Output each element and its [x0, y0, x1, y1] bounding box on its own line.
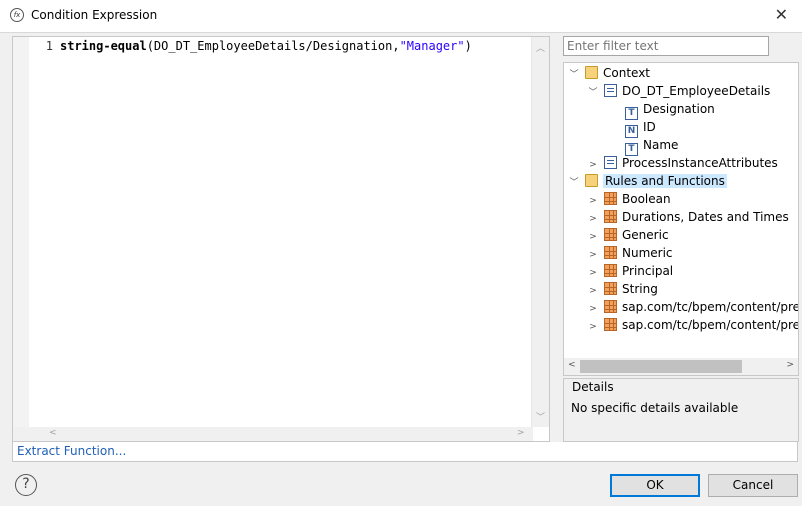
scroll-down-icon[interactable]: ﹀: [536, 410, 545, 423]
tree-node-label: ID: [643, 120, 656, 134]
tree-node-label: Boolean: [622, 192, 671, 206]
tree-node-function-group[interactable]: > Numeric: [587, 244, 673, 262]
tree-node-id[interactable]: N ID: [625, 118, 656, 138]
function-group-icon: [604, 264, 617, 277]
details-title: Details: [572, 380, 614, 394]
tree-node-label: Durations, Dates and Times: [622, 210, 789, 224]
tree-node-function-group[interactable]: > sap.com/tc/bpem/content/prede: [587, 316, 799, 336]
tree-node-designation[interactable]: T Designation: [625, 100, 715, 120]
function-group-icon: [604, 300, 617, 313]
help-button[interactable]: ?: [15, 474, 37, 496]
tree-node-function-group[interactable]: > sap.com/tc/bpem/content/prede: [587, 298, 799, 316]
expanded-chevron-icon[interactable]: ﹀: [587, 84, 599, 102]
scroll-up-icon[interactable]: ︿: [536, 41, 545, 54]
tree-node-process-instance[interactable]: > ProcessInstanceAttributes: [587, 154, 778, 172]
open-folder-icon: [585, 66, 598, 79]
extract-bar: Extract Function...: [12, 442, 798, 462]
filter-input[interactable]: [563, 36, 769, 56]
code-string: "Manager": [399, 39, 465, 53]
extract-function-link[interactable]: Extract Function...: [17, 444, 126, 458]
editor-vertical-scrollbar[interactable]: ︿ ﹀: [531, 37, 549, 427]
tree-node-function-group[interactable]: > String: [587, 280, 658, 298]
tree-horizontal-scrollbar[interactable]: < >: [564, 358, 798, 375]
window-title: Condition Expression: [31, 8, 158, 22]
structure-icon: [604, 156, 617, 169]
functions-tree: ﹀ Context ﹀ DO_DT_EmployeeDetails T Designa…: [563, 62, 799, 376]
expanded-chevron-icon[interactable]: ﹀: [568, 174, 580, 192]
code-close: ): [464, 39, 472, 53]
code-args: (DO_DT_EmployeeDetails/Designation,: [146, 39, 400, 53]
tree-node-name[interactable]: T Name: [625, 136, 679, 156]
scroll-left-icon[interactable]: <: [568, 360, 576, 370]
details-panel: Details No specific details available: [563, 378, 799, 442]
open-folder-icon: [585, 174, 598, 187]
scroll-right-icon[interactable]: >: [786, 360, 794, 370]
tree-node-label: String: [622, 282, 658, 296]
editor-horizontal-scrollbar[interactable]: < >: [13, 427, 533, 441]
expanded-chevron-icon[interactable]: ﹀: [568, 66, 580, 84]
tree-node-function-group[interactable]: > Boolean: [587, 190, 671, 208]
code-function: string-equal: [60, 39, 147, 53]
tree-node-label: Principal: [622, 264, 674, 278]
details-text: No specific details available: [571, 401, 739, 415]
function-app-icon: fx: [10, 8, 24, 22]
collapsed-chevron-icon[interactable]: >: [587, 318, 599, 336]
editor-ruler: [13, 37, 29, 427]
scrollbar-thumb[interactable]: [580, 360, 742, 373]
tree-node-employee-details[interactable]: ﹀ DO_DT_EmployeeDetails: [587, 82, 770, 100]
ok-button[interactable]: OK: [610, 474, 700, 497]
functions-pane: ﹀ Context ﹀ DO_DT_EmployeeDetails TDesigna…: [563, 36, 799, 442]
tree-node-rules-and-functions[interactable]: ﹀ Rules and Functions: [568, 172, 727, 190]
tree-node-label: sap.com/tc/bpem/content/prede: [622, 318, 799, 332]
tree-node-label: Rules and Functions: [603, 174, 727, 188]
function-group-icon: [604, 246, 617, 259]
tree-node-label: Designation: [643, 102, 715, 116]
line-number: 1: [45, 39, 53, 53]
tree-node-label: Numeric: [622, 246, 673, 260]
tree-node-function-group[interactable]: > Principal: [587, 262, 673, 280]
tree-node-label: Context: [603, 66, 651, 80]
tree-node-label: ProcessInstanceAttributes: [622, 156, 778, 170]
tree-node-label: Name: [643, 138, 679, 152]
function-group-icon: [604, 210, 617, 223]
expression-editor[interactable]: 1 string-equal(DO_DT_EmployeeDetails/Des…: [12, 36, 550, 442]
structure-icon: [604, 84, 617, 97]
tree-node-function-group[interactable]: > Durations, Dates and Times: [587, 208, 789, 226]
function-group-icon: [604, 282, 617, 295]
scroll-right-icon[interactable]: >: [517, 428, 525, 438]
close-icon[interactable]: ✕: [775, 5, 788, 24]
tree-node-label: sap.com/tc/bpem/content/prede: [622, 300, 799, 314]
function-group-icon: [604, 318, 617, 331]
cancel-button[interactable]: Cancel: [708, 474, 798, 497]
tree-node-label: Generic: [622, 228, 669, 242]
function-group-icon: [604, 192, 617, 205]
scroll-left-icon[interactable]: <: [49, 428, 57, 438]
tree-node-context[interactable]: ﹀ Context: [568, 64, 650, 82]
tree-node-label: DO_DT_EmployeeDetails: [622, 84, 771, 98]
function-group-icon: [604, 228, 617, 241]
tree-node-function-group[interactable]: > Generic: [587, 226, 669, 244]
title-bar: fx Condition Expression ✕: [0, 0, 802, 32]
code-line[interactable]: string-equal(DO_DT_EmployeeDetails/Desig…: [60, 39, 472, 53]
